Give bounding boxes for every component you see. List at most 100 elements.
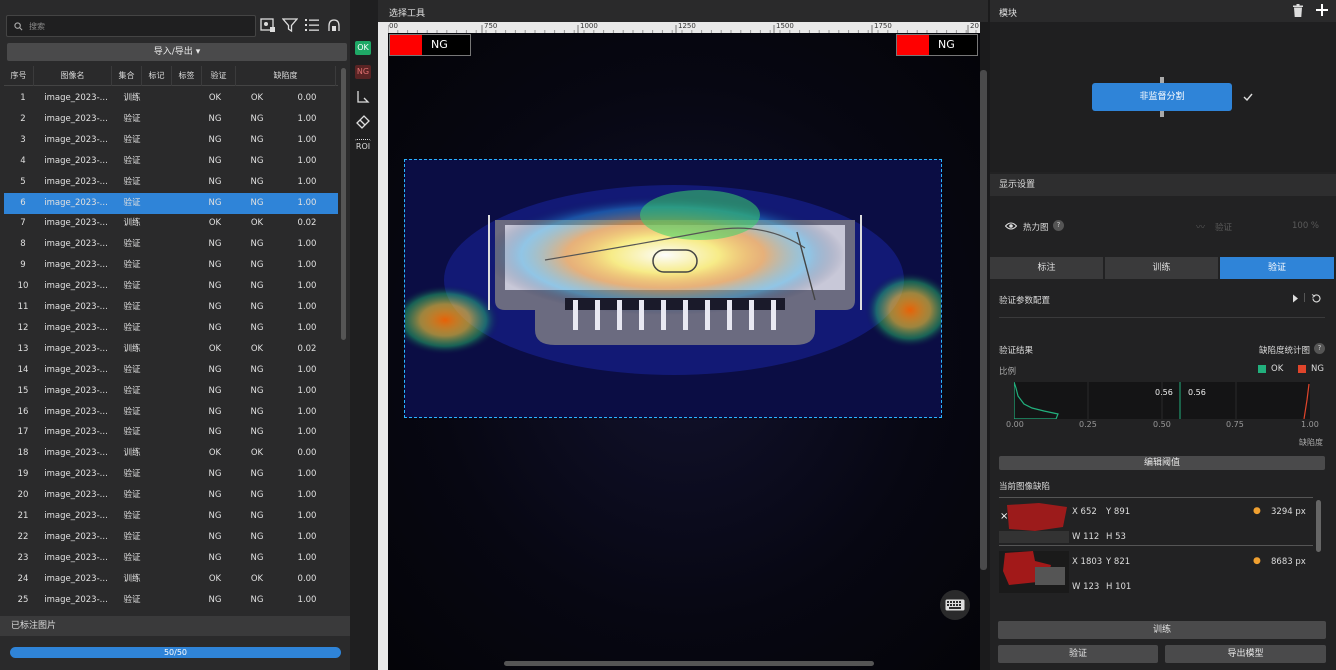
- help-icon[interactable]: ?: [1053, 220, 1064, 231]
- cell-set: 验证: [123, 552, 141, 563]
- table-row[interactable]: 8 image_2023-... 验证 NG NG 1.00: [4, 234, 338, 255]
- table-row[interactable]: 24 image_2023-... 训练 OK OK 0.00: [4, 569, 338, 590]
- table-row[interactable]: 21 image_2023-... 验证 NG NG 1.00: [4, 506, 338, 527]
- table-row[interactable]: 20 image_2023-... 验证 NG NG 1.00: [4, 485, 338, 506]
- list-view-icon[interactable]: [304, 17, 320, 33]
- ng-result-tag-right: NG: [896, 34, 978, 56]
- heatmap-image-roi[interactable]: [404, 159, 942, 418]
- cell-name: image_2023-...: [44, 113, 108, 124]
- cell-name: image_2023-...: [44, 155, 108, 166]
- ok-tag-tool[interactable]: OK: [355, 41, 371, 55]
- polygon-tool-icon[interactable]: [355, 89, 371, 105]
- column-header[interactable]: 标记: [142, 66, 172, 86]
- table-row[interactable]: 25 image_2023-... 验证 NG NG 1.00: [4, 590, 338, 611]
- column-header[interactable]: 图像名: [34, 66, 112, 86]
- table-row[interactable]: 1 image_2023-... 训练 OK OK 0.00: [4, 88, 338, 109]
- tab-train[interactable]: 训练: [1105, 257, 1218, 279]
- table-row[interactable]: 6 image_2023-... 验证 NG NG 1.00: [4, 192, 338, 214]
- ruler-label: 1000: [580, 22, 598, 30]
- cell-set: 训练: [123, 93, 141, 103]
- unsupervised-segmentation-module[interactable]: 非监督分割: [1092, 83, 1232, 111]
- cell-set: 验证: [123, 197, 141, 208]
- table-row[interactable]: 15 image_2023-... 验证 NG NG 1.00: [4, 381, 338, 402]
- cell-verify: NG: [250, 260, 264, 271]
- tab-label[interactable]: 标注: [990, 257, 1103, 279]
- cell-label: NG: [208, 406, 222, 417]
- table-row[interactable]: 3 image_2023-... 验证 NG NG 1.00: [4, 130, 338, 151]
- cell-set: 验证: [123, 281, 141, 292]
- cell-label: NG: [208, 427, 222, 438]
- eraser-icon[interactable]: [355, 113, 371, 129]
- cell-verify: NG: [250, 113, 264, 124]
- cell-score: 1.00: [297, 594, 317, 605]
- column-header[interactable]: 序号: [4, 66, 34, 86]
- filter-icon[interactable]: [282, 17, 298, 33]
- table-row[interactable]: 7 image_2023-... 训练 OK OK 0.02: [4, 213, 338, 234]
- cell-score: 1.00: [297, 322, 317, 333]
- table-row[interactable]: 13 image_2023-... 训练 OK OK 0.02: [4, 339, 338, 360]
- defect-item[interactable]: X 1803 Y 821 W 123 H 101 ● 8683 px: [999, 548, 1313, 596]
- ruler-label: 1500: [776, 22, 794, 30]
- keyboard-shortcut-button[interactable]: [940, 590, 970, 620]
- table-row[interactable]: 4 image_2023-... 验证 NG NG 1.00: [4, 151, 338, 172]
- edit-threshold-button[interactable]: 编辑阈值: [999, 456, 1325, 470]
- verify-button[interactable]: 验证: [998, 645, 1158, 663]
- cell-verify: NG: [250, 594, 264, 605]
- cell-set: 验证: [123, 364, 141, 375]
- ruler-label: 1250: [678, 22, 696, 30]
- table-row[interactable]: 14 image_2023-... 验证 NG NG 1.00: [4, 360, 338, 381]
- reset-icon[interactable]: [1311, 293, 1322, 304]
- cell-score: 1.00: [297, 427, 317, 438]
- train-button[interactable]: 训练: [998, 621, 1326, 639]
- column-header[interactable]: 集合: [112, 66, 142, 86]
- column-header[interactable]: 标签: [172, 66, 202, 86]
- table-row[interactable]: 2 image_2023-... 验证 NG NG 1.00: [4, 109, 338, 130]
- table-row[interactable]: 10 image_2023-... 验证 NG NG 1.00: [4, 276, 338, 297]
- tab-verify[interactable]: 验证: [1220, 257, 1334, 279]
- play-icon[interactable]: [1292, 294, 1299, 303]
- list-scrollbar[interactable]: [341, 68, 346, 340]
- export-model-button[interactable]: 导出模型: [1165, 645, 1326, 663]
- cell-set: 验证: [123, 155, 141, 166]
- image-filter-icon[interactable]: [260, 17, 276, 33]
- table-row[interactable]: 12 image_2023-... 验证 NG NG 1.00: [4, 318, 338, 339]
- column-header[interactable]: 验证: [202, 66, 236, 86]
- area-icon: ●: [1253, 556, 1261, 566]
- table-row[interactable]: 11 image_2023-... 验证 NG NG 1.00: [4, 297, 338, 318]
- cell-label: NG: [208, 134, 222, 145]
- column-header[interactable]: 缺陷度: [236, 66, 336, 86]
- cell-verify: NG: [250, 155, 264, 166]
- cell-set: 验证: [123, 322, 141, 333]
- cell-score: 1.00: [297, 531, 317, 542]
- cell-name: image_2023-...: [44, 385, 108, 396]
- cell-label: NG: [208, 594, 222, 605]
- import-export-button[interactable]: 导入/导出 ▾: [7, 43, 347, 61]
- table-row[interactable]: 9 image_2023-... 验证 NG NG 1.00: [4, 255, 338, 276]
- ruler-label: 00: [389, 22, 398, 30]
- cell-verify: NG: [250, 176, 264, 187]
- table-row[interactable]: 18 image_2023-... 训练 OK OK 0.00: [4, 443, 338, 464]
- area-icon: ●: [1253, 506, 1261, 516]
- ng-tag-tool[interactable]: NG: [355, 65, 371, 79]
- stamp-icon[interactable]: [326, 17, 342, 33]
- add-icon[interactable]: [1316, 4, 1328, 16]
- caret-down-icon: ▾: [195, 47, 201, 57]
- cell-label: OK: [208, 93, 222, 103]
- table-row[interactable]: 5 image_2023-... 验证 NG NG 1.00: [4, 172, 338, 193]
- trash-icon[interactable]: [1292, 4, 1304, 17]
- table-row[interactable]: 22 image_2023-... 验证 NG NG 1.00: [4, 527, 338, 548]
- table-row[interactable]: 19 image_2023-... 验证 NG NG 1.00: [4, 464, 338, 485]
- canvas-vertical-scrollbar[interactable]: [980, 70, 987, 570]
- help-icon[interactable]: ?: [1314, 343, 1325, 354]
- search-input[interactable]: 搜索: [6, 15, 256, 37]
- cell-score: 1.00: [297, 490, 317, 501]
- defect-list-scrollbar[interactable]: [1316, 500, 1321, 552]
- canvas-horizontal-scrollbar[interactable]: [504, 661, 874, 666]
- cell-set: 验证: [123, 302, 141, 312]
- eye-icon[interactable]: [1005, 222, 1017, 230]
- table-row[interactable]: 17 image_2023-... 验证 NG NG 1.00: [4, 422, 338, 443]
- table-row[interactable]: 16 image_2023-... 验证 NG NG 1.00: [4, 402, 338, 423]
- roi-tool[interactable]: ROI: [355, 139, 371, 153]
- table-row[interactable]: 23 image_2023-... 验证 NG NG 1.00: [4, 548, 338, 569]
- defect-item[interactable]: × X 652 Y 891 W 112 H 53 ● 3294 px: [999, 498, 1313, 546]
